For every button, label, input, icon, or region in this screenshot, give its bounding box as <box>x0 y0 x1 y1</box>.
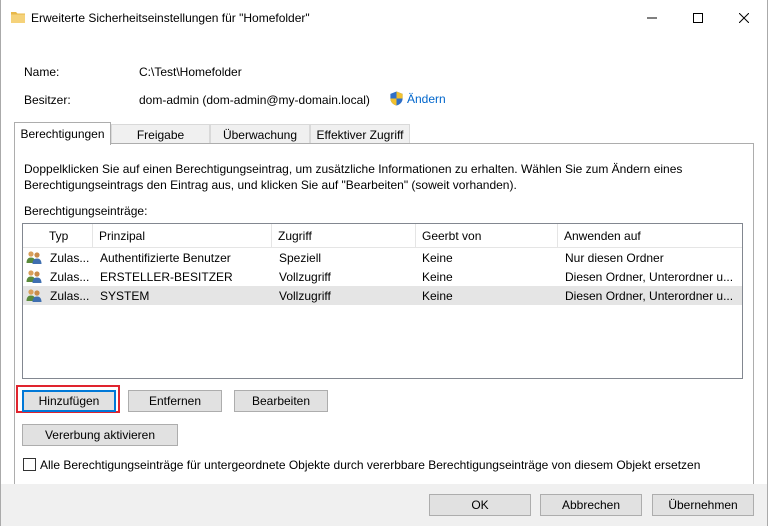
cell-inherited: Keine <box>422 269 453 284</box>
cell-principal: Authentifizierte Benutzer <box>100 250 231 265</box>
column-header-access[interactable]: Zugriff <box>272 224 416 248</box>
cell-applies: Diesen Ordner, Unterordner u... <box>565 269 734 284</box>
replace-child-permissions-checkbox[interactable] <box>23 458 36 471</box>
change-owner-link[interactable]: Ändern <box>389 91 446 106</box>
cell-access: Vollzugriff <box>279 269 331 284</box>
cell-applies: Nur diesen Ordner <box>565 250 664 265</box>
title-bar[interactable]: Erweiterte Sicherheitseinstellungen für … <box>1 0 767 36</box>
cancel-button[interactable]: Abbrechen <box>540 494 642 516</box>
apply-button[interactable]: Übernehmen <box>652 494 754 516</box>
users-icon <box>26 289 42 302</box>
name-value: C:\Test\Homefolder <box>139 65 242 79</box>
cell-type: Zulas... <box>50 288 90 303</box>
edit-button[interactable]: Bearbeiten <box>234 390 328 412</box>
owner-label: Besitzer: <box>24 93 71 107</box>
cell-access: Speziell <box>279 250 322 265</box>
table-row[interactable]: Zulas... ERSTELLER-BESITZER Vollzugriff … <box>23 267 742 286</box>
maximize-button[interactable] <box>675 0 721 36</box>
minimize-icon <box>647 17 657 19</box>
description-line2: Berechtigungseintrags den Eintrag aus, u… <box>24 178 517 192</box>
cell-type: Zulas... <box>50 250 90 265</box>
folder-icon <box>11 12 25 23</box>
cell-type: Zulas... <box>50 269 90 284</box>
owner-value: dom-admin (dom-admin@my-domain.local) <box>139 93 370 107</box>
permission-entries-list[interactable]: Typ Prinzipal Zugriff Geerbt von Anwende… <box>22 223 743 379</box>
cell-principal: ERSTELLER-BESITZER <box>100 269 233 284</box>
tab-auditing[interactable]: Überwachung <box>210 124 310 144</box>
description-line1: Doppelklicken Sie auf einen Berechtigung… <box>24 162 683 176</box>
ok-button[interactable]: OK <box>429 494 531 516</box>
table-row[interactable]: Zulas... SYSTEM Vollzugriff Keine Diesen… <box>23 286 742 305</box>
security-settings-window: Erweiterte Sicherheitseinstellungen für … <box>0 0 768 526</box>
users-icon <box>26 251 42 264</box>
change-owner-label: Ändern <box>407 91 446 106</box>
cell-principal: SYSTEM <box>100 288 150 303</box>
enable-inheritance-button[interactable]: Vererbung aktivieren <box>22 424 178 446</box>
cell-inherited: Keine <box>422 288 453 303</box>
column-header-inherited[interactable]: Geerbt von <box>416 224 558 248</box>
close-button[interactable] <box>721 0 767 36</box>
column-header-principal[interactable]: Prinzipal <box>93 224 272 248</box>
entries-label: Berechtigungseinträge: <box>24 204 148 218</box>
tab-effective-access[interactable]: Effektiver Zugriff <box>310 124 410 144</box>
cell-access: Vollzugriff <box>279 288 331 303</box>
cell-inherited: Keine <box>422 250 453 265</box>
replace-child-permissions-label: Alle Berechtigungseinträge für untergeor… <box>40 458 701 472</box>
column-header-type[interactable]: Typ <box>43 224 93 248</box>
users-icon <box>26 270 42 283</box>
maximize-icon <box>693 13 703 23</box>
close-icon <box>739 13 749 23</box>
table-row[interactable]: Zulas... Authentifizierte Benutzer Spezi… <box>23 248 742 267</box>
list-header: Typ Prinzipal Zugriff Geerbt von Anwende… <box>23 224 742 248</box>
cell-applies: Diesen Ordner, Unterordner u... <box>565 288 734 303</box>
remove-button[interactable]: Entfernen <box>128 390 222 412</box>
add-button[interactable]: Hinzufügen <box>22 390 116 412</box>
name-label: Name: <box>24 65 60 79</box>
minimize-button[interactable] <box>629 0 675 36</box>
column-header-applies[interactable]: Anwenden auf <box>558 224 742 248</box>
tab-permissions[interactable]: Berechtigungen <box>14 122 111 145</box>
shield-icon <box>390 91 403 106</box>
tab-sharing[interactable]: Freigabe <box>111 124 210 144</box>
window-title: Erweiterte Sicherheitseinstellungen für … <box>31 11 310 25</box>
